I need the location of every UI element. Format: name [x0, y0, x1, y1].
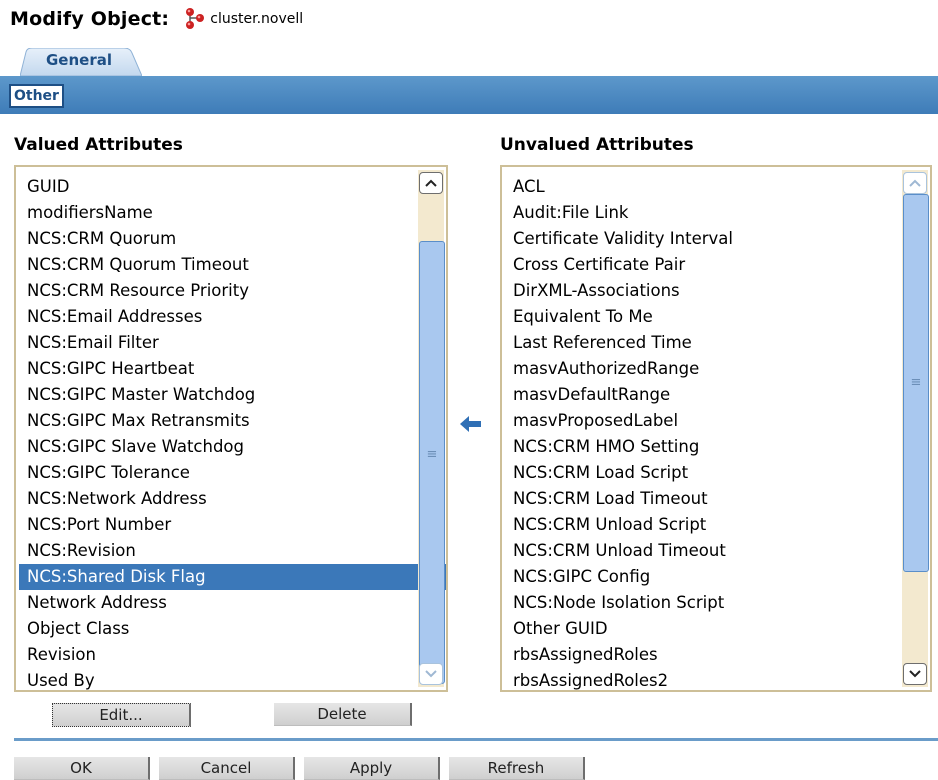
- valued-attributes-listbox[interactable]: GUID modifiersName NCS:CRM Quorum NCS:CRM Q…: [14, 165, 448, 692]
- scroll-thumb[interactable]: ≡: [903, 194, 929, 572]
- list-item[interactable]: Network Address: [19, 590, 446, 616]
- delete-button[interactable]: Delete: [274, 703, 412, 726]
- list-item[interactable]: Used By: [19, 668, 446, 690]
- scroll-thumb[interactable]: ≡: [419, 241, 445, 684]
- list-item[interactable]: NCS:GIPC Config: [505, 564, 930, 590]
- subtab-bar: Other: [0, 76, 938, 114]
- list-item[interactable]: NCS:GIPC Max Retransmits: [19, 408, 446, 434]
- list-item[interactable]: NCS:Revision: [19, 538, 446, 564]
- list-item[interactable]: NCS:CRM Load Script: [505, 460, 930, 486]
- chevron-down-icon: [425, 670, 437, 678]
- grip-icon: ≡: [426, 447, 438, 462]
- list-item[interactable]: NCS:Port Number: [19, 512, 446, 538]
- cluster-object-icon: [186, 8, 205, 29]
- unvalued-scrollbar[interactable]: ≡: [902, 170, 929, 687]
- unvalued-attributes-heading: Unvalued Attributes: [500, 135, 694, 155]
- list-item[interactable]: masvProposedLabel: [505, 408, 930, 434]
- list-item[interactable]: Object Class: [19, 616, 446, 642]
- list-item[interactable]: NCS:CRM Load Timeout: [505, 486, 930, 512]
- title-row: Modify Object: cluster.novell: [10, 6, 303, 32]
- list-item[interactable]: NCS:CRM Unload Timeout: [505, 538, 930, 564]
- list-item[interactable]: rbsAssignedRoles2: [505, 668, 930, 690]
- subtab-other[interactable]: Other: [9, 84, 64, 108]
- list-item[interactable]: NCS:CRM Quorum Timeout: [19, 252, 446, 278]
- list-item[interactable]: NCS:GIPC Tolerance: [19, 460, 446, 486]
- list-item[interactable]: masvDefaultRange: [505, 382, 930, 408]
- list-item[interactable]: Certificate Validity Interval: [505, 226, 930, 252]
- list-item[interactable]: NCS:CRM Quorum: [19, 226, 446, 252]
- chevron-up-icon: [425, 179, 437, 187]
- scroll-down-button[interactable]: [419, 663, 443, 685]
- list-item[interactable]: Other GUID: [505, 616, 930, 642]
- list-item[interactable]: Cross Certificate Pair: [505, 252, 930, 278]
- list-item[interactable]: NCS:Shared Disk Flag: [19, 564, 446, 590]
- tab-general[interactable]: General: [20, 48, 142, 76]
- tab-general-label: General: [46, 51, 112, 69]
- separator: [14, 738, 938, 741]
- list-item[interactable]: NCS:GIPC Slave Watchdog: [19, 434, 446, 460]
- page-title: Modify Object:: [10, 8, 170, 30]
- list-item[interactable]: NCS:Network Address: [19, 486, 446, 512]
- edit-button[interactable]: Edit...: [52, 703, 191, 727]
- unvalued-attributes-list: ACL Audit:File Link Certificate Validity I…: [505, 174, 930, 690]
- list-item[interactable]: NCS:Email Addresses: [19, 304, 446, 330]
- scroll-down-button[interactable]: [903, 663, 927, 685]
- list-item[interactable]: NCS:GIPC Heartbeat: [19, 356, 446, 382]
- list-item[interactable]: NCS:CRM HMO Setting: [505, 434, 930, 460]
- list-item[interactable]: NCS:GIPC Master Watchdog: [19, 382, 446, 408]
- object-name: cluster.novell: [210, 11, 304, 27]
- chevron-down-icon: [909, 670, 921, 678]
- list-item[interactable]: Equivalent To Me: [505, 304, 930, 330]
- scroll-up-button[interactable]: [903, 172, 927, 194]
- list-item[interactable]: NCS:Email Filter: [19, 330, 446, 356]
- unvalued-attributes-listbox[interactable]: ACL Audit:File Link Certificate Validity I…: [500, 165, 932, 692]
- list-item[interactable]: NCS:CRM Unload Script: [505, 512, 930, 538]
- list-item[interactable]: NCS:Node Isolation Script: [505, 590, 930, 616]
- valued-scrollbar[interactable]: ≡: [418, 170, 445, 687]
- list-item[interactable]: Last Referenced Time: [505, 330, 930, 356]
- list-item[interactable]: DirXML-Associations: [505, 278, 930, 304]
- list-item[interactable]: modifiersName: [19, 200, 446, 226]
- scroll-up-button[interactable]: [419, 172, 443, 194]
- valued-attributes-list: GUID modifiersName NCS:CRM Quorum NCS:CRM Q…: [19, 174, 446, 690]
- grip-icon: ≡: [910, 375, 922, 390]
- list-item[interactable]: Audit:File Link: [505, 200, 930, 226]
- arrow-left-icon[interactable]: [460, 415, 482, 433]
- list-item[interactable]: GUID: [19, 174, 446, 200]
- list-item[interactable]: Revision: [19, 642, 446, 668]
- list-item[interactable]: NCS:CRM Resource Priority: [19, 278, 446, 304]
- list-item[interactable]: ACL: [505, 174, 930, 200]
- list-item[interactable]: rbsAssignedRoles: [505, 642, 930, 668]
- valued-attributes-heading: Valued Attributes: [14, 135, 183, 155]
- chevron-up-icon: [909, 179, 921, 187]
- list-item[interactable]: masvAuthorizedRange: [505, 356, 930, 382]
